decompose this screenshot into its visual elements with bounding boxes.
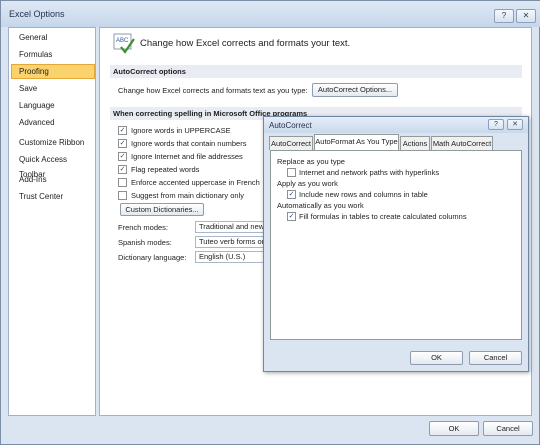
french-modes-label: French modes: <box>118 223 169 232</box>
ignore-uppercase-label: Ignore words in UPPERCASE <box>131 126 231 135</box>
nav-item-formulas[interactable]: Formulas <box>11 47 95 62</box>
automatically-as-you-work-heading: Automatically as you work <box>277 201 364 210</box>
ignore-numbers-label: Ignore words that contain numbers <box>131 139 247 148</box>
apply-as-you-work-heading: Apply as you work <box>277 179 338 188</box>
help-button[interactable]: ? <box>494 9 514 23</box>
cancel-button[interactable]: Cancel <box>483 421 533 436</box>
options-nav: General Formulas Proofing Save Language … <box>8 27 96 416</box>
include-new-rows-label: Include new rows and columns in table <box>299 190 428 199</box>
fill-formulas-label: Fill formulas in tables to create calcul… <box>299 212 467 221</box>
flag-repeated-checkbox[interactable]: ✓ <box>118 165 127 174</box>
tab-autoformat-as-you-type[interactable]: AutoFormat As You Type <box>314 134 399 150</box>
spanish-modes-label: Spanish modes: <box>118 238 172 247</box>
dictionary-language-label: Dictionary language: <box>118 253 187 262</box>
close-button[interactable]: ✕ <box>516 9 536 23</box>
autoformat-panel: Replace as you type Internet and network… <box>270 150 522 340</box>
window-title: Excel Options <box>9 9 65 19</box>
dialog-close-button[interactable]: ✕ <box>507 119 523 130</box>
custom-dictionaries-button[interactable]: Custom Dictionaries... <box>120 203 204 216</box>
dialog-title-bar: AutoCorrect ? ✕ <box>264 117 528 133</box>
autocorrect-description: Change how Excel corrects and formats te… <box>118 86 308 95</box>
include-new-rows-checkbox[interactable]: ✓ <box>287 190 296 199</box>
flag-repeated-label: Flag repeated words <box>131 165 200 174</box>
suggest-main-dict-checkbox[interactable] <box>118 191 127 200</box>
nav-item-add-ins[interactable]: Add-Ins <box>11 172 95 187</box>
tab-autocorrect[interactable]: AutoCorrect <box>269 136 313 150</box>
autocorrect-section-header: AutoCorrect options <box>110 65 522 78</box>
replace-as-you-type-heading: Replace as you type <box>277 157 345 166</box>
enforce-accented-label: Enforce accented uppercase in French <box>131 178 260 187</box>
nav-item-general[interactable]: General <box>11 30 95 45</box>
suggest-main-dict-label: Suggest from main dictionary only <box>131 191 244 200</box>
internet-paths-checkbox[interactable] <box>287 168 296 177</box>
dialog-cancel-button[interactable]: Cancel <box>469 351 522 365</box>
nav-item-language[interactable]: Language <box>11 98 95 113</box>
title-bar: Excel Options ? ✕ <box>1 1 540 27</box>
ignore-numbers-checkbox[interactable]: ✓ <box>118 139 127 148</box>
nav-item-customize-ribbon[interactable]: Customize Ribbon <box>11 135 95 150</box>
spelling-check-icon: ABC <box>113 33 135 54</box>
ignore-uppercase-checkbox[interactable]: ✓ <box>118 126 127 135</box>
internet-paths-label: Internet and network paths with hyperlin… <box>299 168 440 177</box>
nav-item-advanced[interactable]: Advanced <box>11 115 95 130</box>
ignore-internet-label: Ignore Internet and file addresses <box>131 152 243 161</box>
nav-item-save[interactable]: Save <box>11 81 95 96</box>
ok-button[interactable]: OK <box>429 421 479 436</box>
svg-text:ABC: ABC <box>116 38 129 44</box>
dialog-title: AutoCorrect <box>269 121 312 130</box>
autocorrect-options-button[interactable]: AutoCorrect Options... <box>312 83 398 97</box>
nav-item-quick-access-toolbar[interactable]: Quick Access Toolbar <box>11 152 95 179</box>
dialog-help-button[interactable]: ? <box>488 119 504 130</box>
page-title: Change how Excel corrects and formats yo… <box>140 38 351 49</box>
tab-math-autocorrect[interactable]: Math AutoCorrect <box>431 136 493 150</box>
tab-actions[interactable]: Actions <box>400 136 430 150</box>
ignore-internet-checkbox[interactable]: ✓ <box>118 152 127 161</box>
fill-formulas-checkbox[interactable]: ✓ <box>287 212 296 221</box>
dialog-ok-button[interactable]: OK <box>410 351 463 365</box>
enforce-accented-checkbox[interactable] <box>118 178 127 187</box>
nav-item-trust-center[interactable]: Trust Center <box>11 189 95 204</box>
nav-item-proofing[interactable]: Proofing <box>11 64 95 79</box>
